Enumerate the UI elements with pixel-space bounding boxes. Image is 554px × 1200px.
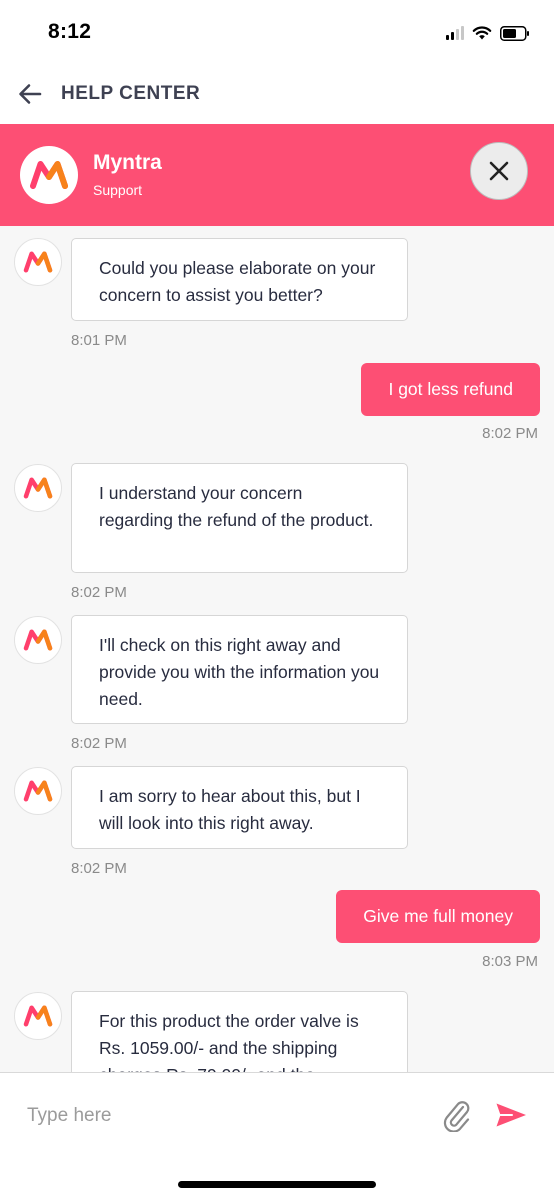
myntra-logo-icon (23, 477, 53, 499)
message-input[interactable] (27, 1101, 407, 1131)
send-button[interactable] (494, 1099, 528, 1131)
agent-message: For this product the order valve is Rs. … (71, 991, 408, 1072)
arrow-left-icon (19, 84, 42, 104)
home-indicator (178, 1181, 376, 1188)
myntra-logo-icon (23, 629, 53, 651)
message-time: 8:02 PM (482, 425, 538, 442)
status-time: 8:12 (48, 20, 92, 43)
chat-messages: Could you please elaborate on your conce… (0, 226, 554, 1072)
agent-avatar (14, 238, 62, 286)
agent-message: I am sorry to hear about this, but I wil… (71, 766, 408, 849)
battery-icon (500, 25, 529, 41)
myntra-logo-icon (23, 1005, 53, 1027)
paperclip-icon (443, 1101, 470, 1132)
myntra-logo-icon (30, 161, 68, 189)
message-time: 8:02 PM (71, 735, 127, 752)
agent-message: Could you please elaborate on your conce… (71, 238, 408, 321)
cellular-signal-icon (446, 26, 464, 40)
myntra-logo-icon (23, 780, 53, 802)
agent-message: I understand your concern regarding the … (71, 463, 408, 573)
agent-message: I'll check on this right away and provid… (71, 615, 408, 724)
myntra-logo-icon (23, 251, 53, 273)
back-button[interactable] (14, 78, 46, 110)
message-time: 8:01 PM (71, 332, 127, 349)
user-message: Give me full money (336, 890, 540, 943)
page-title: HELP CENTER (61, 83, 201, 104)
brand-avatar (20, 146, 78, 204)
agent-avatar (14, 616, 62, 664)
message-input-bar (0, 1072, 554, 1200)
close-icon (489, 161, 509, 181)
message-time: 8:02 PM (71, 584, 127, 601)
status-bar: 8:12 (0, 0, 554, 64)
close-chat-button[interactable] (470, 142, 528, 200)
message-time: 8:02 PM (71, 860, 127, 877)
status-icons (446, 22, 530, 44)
message-time: 8:03 PM (482, 953, 538, 970)
brand-name: Myntra (93, 151, 162, 174)
user-message: I got less refund (361, 363, 540, 416)
agent-avatar (14, 767, 62, 815)
wifi-icon (472, 25, 492, 39)
agent-avatar (14, 464, 62, 512)
brand-subtitle: Support (93, 182, 143, 198)
attach-button[interactable] (440, 1097, 472, 1133)
nav-bar: HELP CENTER (0, 64, 554, 124)
agent-avatar (14, 992, 62, 1040)
send-icon (496, 1103, 526, 1127)
